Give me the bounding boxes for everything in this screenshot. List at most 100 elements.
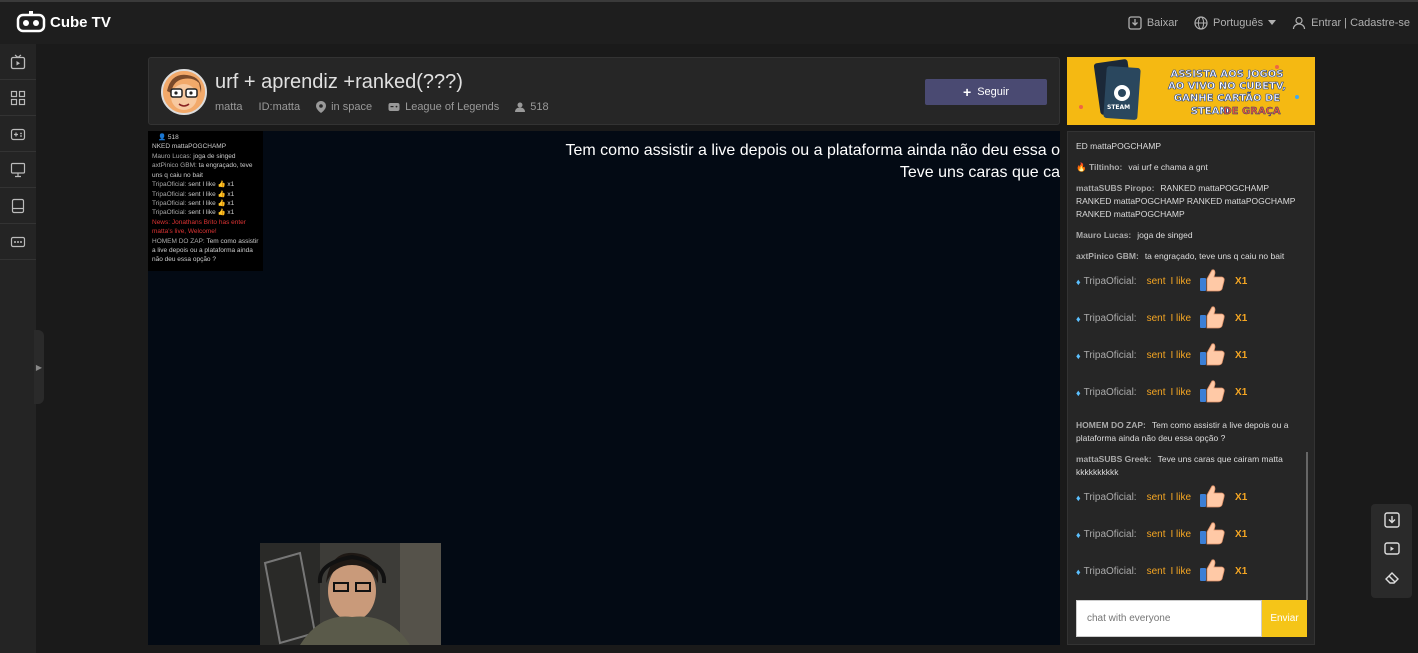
thumbs-up-icon	[1199, 379, 1225, 406]
webcam-image	[260, 543, 441, 645]
download-icon	[1383, 512, 1400, 528]
mini-chat-line: News: Jonathans Brito has enter matta's …	[152, 218, 259, 237]
video-mini-chat: 👤 518 NKED mattaPOGCHAMP Mauro Lucas: jog…	[148, 131, 263, 271]
diamond-icon: ♦	[1076, 350, 1081, 361]
chat-scrollbar[interactable]	[1306, 452, 1308, 600]
mini-chat-line: Mauro Lucas: joga de singed	[152, 152, 259, 161]
chat-user[interactable]: TripaOficial:	[1084, 350, 1137, 361]
monitor-icon	[10, 162, 26, 177]
thumbs-up-icon	[1199, 521, 1225, 548]
more-icon	[10, 236, 26, 247]
avatar[interactable]	[161, 69, 207, 115]
follow-button[interactable]: + Seguir	[925, 79, 1047, 105]
svg-text:DE GRAÇA: DE GRAÇA	[1223, 106, 1281, 117]
overlay-line-1: Tem como assistir a live depois ou a pla…	[565, 142, 1061, 159]
sidebar-item-categories[interactable]	[0, 80, 36, 116]
float-eraser-button[interactable]	[1384, 569, 1400, 590]
chat-user[interactable]: mattaSUBS Piropo:	[1076, 183, 1154, 193]
download-link[interactable]: Baixar	[1128, 16, 1178, 30]
sidebar-expand-toggle[interactable]: ▶	[34, 330, 44, 404]
chat-user[interactable]: axtPinico GBM:	[1076, 251, 1139, 261]
chat-message: mattaSUBS Piropo: RANKED mattaPOGCHAMP RA…	[1076, 182, 1306, 221]
language-select[interactable]: Português	[1194, 16, 1277, 30]
chat-user[interactable]: TripaOficial:	[1084, 492, 1137, 503]
chat-message: Mauro Lucas: joga de singed	[1076, 229, 1306, 242]
auth-link[interactable]: Entrar | Cadastre-se	[1292, 16, 1410, 30]
chat-user[interactable]: TripaOficial:	[1084, 566, 1137, 577]
floating-toolbar	[1371, 504, 1412, 598]
mini-chat-line: TripaOficial: sent I like 👍 x1	[152, 199, 259, 208]
gift-name: I like	[1170, 529, 1192, 540]
chat-user[interactable]: HOMEM DO ZAP:	[1076, 420, 1146, 430]
webcam-feed	[260, 543, 441, 645]
video-player[interactable]: 👤 518 NKED mattaPOGCHAMP Mauro Lucas: jog…	[148, 131, 1060, 645]
gift-count: X1	[1235, 276, 1248, 287]
chat-messages[interactable]: ED mattaPOGCHAMP 🔥 Tiltinho: vai urf e cha…	[1068, 132, 1314, 592]
svg-text:STEAM: STEAM	[1107, 104, 1130, 111]
chat-user[interactable]: TripaOficial:	[1084, 387, 1137, 398]
diamond-icon: ♦	[1076, 566, 1081, 577]
gift-name: I like	[1170, 350, 1192, 361]
stream-game[interactable]: League of Legends	[388, 101, 499, 113]
thumbs-up-icon	[1199, 484, 1225, 511]
chat-user[interactable]: Mauro Lucas:	[1076, 230, 1131, 240]
diamond-icon: ♦	[1076, 313, 1081, 324]
mini-chat-user: TripaOficial:	[152, 199, 187, 207]
logo[interactable]: Cube TV	[16, 11, 111, 33]
float-video-button[interactable]	[1383, 540, 1400, 561]
chat-user[interactable]: TripaOficial:	[1084, 529, 1137, 540]
chat-user[interactable]: mattaSUBS Greek:	[1076, 454, 1152, 464]
globe-icon	[1194, 16, 1208, 30]
gift-message: ♦ TripaOficial: sent I like X1	[1076, 300, 1306, 337]
chat-user[interactable]: TripaOficial:	[1084, 313, 1137, 324]
overlay-line-2: Teve uns caras que ca	[899, 164, 1060, 181]
download-icon	[1128, 16, 1142, 30]
mini-chat-user: TripaOficial:	[152, 209, 187, 217]
thumbs-up-icon	[1199, 268, 1225, 295]
svg-text:ASSISTA AOS JOGOS: ASSISTA AOS JOGOS	[1171, 69, 1284, 80]
gift-name: I like	[1170, 313, 1192, 324]
float-download-button[interactable]	[1383, 512, 1400, 533]
sidebar-item-live[interactable]	[0, 44, 36, 80]
mini-chat-text: News: Jonathans Brito has enter matta's …	[152, 218, 246, 236]
diamond-icon: ♦	[1076, 529, 1081, 540]
gift-message: ♦ TripaOficial: sent I like X1	[1076, 374, 1306, 411]
mini-chat-lines: NKED mattaPOGCHAMP Mauro Lucas: joga de s…	[152, 142, 259, 264]
tablet-icon	[11, 198, 25, 213]
mini-chat-user: axtPinico GBM:	[152, 162, 197, 170]
gift-name: I like	[1170, 387, 1192, 398]
eraser-icon	[1384, 572, 1399, 584]
auth-label: Entrar | Cadastre-se	[1311, 17, 1410, 29]
gift-message: ♦ TripaOficial: sent I like X1	[1076, 337, 1306, 374]
gift-count: X1	[1235, 529, 1248, 540]
mini-chat-user: Mauro Lucas:	[152, 152, 192, 160]
gift-count: X1	[1235, 387, 1248, 398]
sidebar-item-mobile[interactable]	[0, 188, 36, 224]
sidebar-item-pc[interactable]	[0, 152, 36, 188]
follow-label: Seguir	[977, 86, 1009, 98]
sidebar-item-more[interactable]	[0, 224, 36, 260]
user-icon	[1293, 16, 1306, 30]
ad-banner[interactable]: STEAM ASSISTA AOS JOGOS AO VIVO NO CUBET…	[1067, 57, 1315, 125]
mini-chat-line: NKED mattaPOGCHAMP	[152, 142, 259, 151]
video-icon	[1383, 542, 1400, 556]
gift-count: X1	[1235, 313, 1248, 324]
chat-user[interactable]: TripaOficial:	[1084, 276, 1137, 287]
mini-chat-text: sent I like 👍 x1	[188, 199, 235, 207]
mini-chat-line: axtPinico GBM: ta engraçado, teve uns q …	[152, 161, 259, 180]
chat-input[interactable]	[1076, 600, 1262, 637]
mini-chat-user: TripaOficial:	[152, 190, 187, 198]
gift-name: I like	[1170, 492, 1192, 503]
thumbs-up-icon	[1199, 342, 1225, 369]
chat-user[interactable]: 🔥 Tiltinho:	[1076, 162, 1122, 172]
grid-icon	[10, 90, 26, 105]
svg-text:GANHE CARTÃO DE: GANHE CARTÃO DE	[1174, 91, 1280, 104]
send-button[interactable]: Enviar	[1262, 600, 1307, 637]
streamer-name[interactable]: matta	[215, 101, 243, 113]
gift-sent-text: sent	[1146, 529, 1166, 540]
location-pin-icon	[316, 101, 327, 113]
mini-chat-text: NKED mattaPOGCHAMP	[152, 143, 227, 151]
gift-sent-text: sent	[1146, 313, 1166, 324]
sidebar-item-games[interactable]	[0, 116, 36, 152]
robot-logo-icon	[16, 11, 46, 33]
